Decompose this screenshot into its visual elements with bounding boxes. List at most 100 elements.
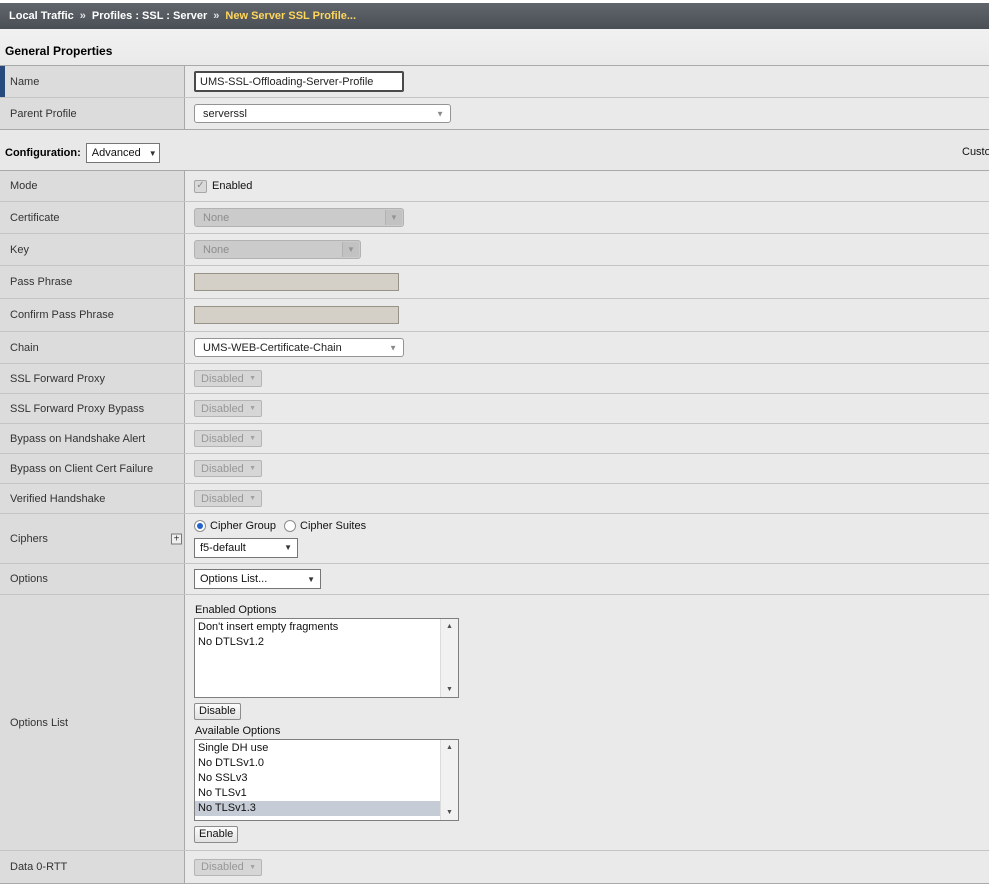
cipher-group-selected-value: f5-default [200, 542, 246, 554]
options-row: Options Options List... ▼ [0, 564, 989, 595]
options-value-cell: Options List... ▼ [185, 564, 989, 594]
bypass-on-client-cert-failure-value-cell: Disabled ▼ [185, 454, 989, 483]
ciphers-row: Ciphers + Cipher Group Cipher Suites f5-… [0, 514, 989, 564]
bypass-on-handshake-alert-label-cell: Bypass on Handshake Alert [0, 424, 185, 453]
mode-checkbox: ✓ [194, 180, 207, 193]
ssl-forward-proxy-bypass-row: SSL Forward Proxy Bypass Disabled ▼ [0, 394, 989, 424]
bypass-on-handshake-alert-value-cell: Disabled ▼ [185, 424, 989, 453]
key-label: Key [10, 244, 29, 256]
scroll-up-icon[interactable]: ▲ [441, 619, 458, 634]
confirm-pass-phrase-row: Confirm Pass Phrase [0, 299, 989, 332]
parent-profile-selected-value: serverssl [203, 108, 247, 120]
data-0rtt-select: Disabled ▼ [194, 859, 262, 876]
chevron-down-icon: ▼ [249, 405, 256, 412]
chevron-down-icon: ▼ [249, 435, 256, 442]
key-label-cell: Key [0, 234, 185, 265]
chevron-down-icon: ▼ [307, 575, 315, 584]
cipher-group-radio-label: Cipher Group [210, 520, 276, 532]
list-item[interactable]: No DTLSv1.2 [195, 635, 440, 650]
ssl-forward-proxy-bypass-value-cell: Disabled ▼ [185, 394, 989, 423]
chevron-down-icon: ▼ [389, 343, 397, 352]
verified-handshake-selected-value: Disabled [201, 493, 244, 505]
cipher-suites-radio-label: Cipher Suites [300, 520, 366, 532]
options-list-row: Options List Enabled Options Don't inser… [0, 595, 989, 851]
scroll-up-icon[interactable]: ▲ [441, 740, 458, 755]
enabled-options-list: Don't insert empty fragmentsNo DTLSv1.2 [195, 619, 440, 697]
configuration-level-value: Advanced [92, 147, 141, 159]
enabled-options-listbox[interactable]: Don't insert empty fragmentsNo DTLSv1.2 … [194, 618, 459, 698]
cipher-group-radio[interactable]: Cipher Group [194, 520, 276, 532]
mode-checkbox-label: Enabled [212, 180, 252, 192]
ciphers-label-cell: Ciphers + [0, 514, 185, 563]
bypass-on-handshake-alert-label: Bypass on Handshake Alert [10, 433, 145, 445]
ssl-forward-proxy-bypass-label: SSL Forward Proxy Bypass [10, 403, 144, 415]
cipher-suites-radio[interactable]: Cipher Suites [284, 520, 366, 532]
certificate-value-cell: None ▼ [185, 202, 989, 233]
ciphers-radio-group: Cipher Group Cipher Suites [194, 520, 374, 532]
certificate-label-cell: Certificate [0, 202, 185, 233]
configuration-level-select[interactable]: Advanced ▼ [86, 143, 160, 163]
mode-label: Mode [10, 180, 38, 192]
available-options-listbox[interactable]: Single DH useNo DTLSv1.0No SSLv3No TLSv1… [194, 739, 459, 821]
key-value-cell: None ▼ [185, 234, 989, 265]
enabled-options-heading: Enabled Options [195, 604, 981, 616]
chevron-down-icon: ▼ [385, 210, 402, 225]
options-label: Options [10, 573, 48, 585]
ciphers-expand-button[interactable]: + [171, 533, 182, 544]
confirm-pass-phrase-input [194, 306, 399, 324]
configuration-table: Mode ✓ Enabled Certificate None ▼ Key [0, 170, 989, 884]
list-item[interactable]: Single DH use [195, 741, 440, 756]
verified-handshake-select: Disabled ▼ [194, 490, 262, 507]
certificate-row: Certificate None ▼ [0, 202, 989, 234]
bypass-on-handshake-alert-select: Disabled ▼ [194, 430, 262, 447]
list-item[interactable]: No TLSv1.3 [195, 801, 440, 816]
breadcrumb-separator-icon: » [213, 10, 219, 22]
chain-selected-value: UMS-WEB-Certificate-Chain [203, 342, 342, 354]
breadcrumb-separator-icon: » [80, 10, 86, 22]
certificate-label: Certificate [10, 212, 60, 224]
ssl-forward-proxy-row: SSL Forward Proxy Disabled ▼ [0, 364, 989, 394]
scrollbar[interactable]: ▲ ▼ [440, 619, 458, 697]
enable-button[interactable]: Enable [194, 826, 238, 843]
chevron-down-icon: ▼ [149, 149, 157, 158]
options-list-label: Options List [10, 717, 68, 729]
breadcrumb-local-traffic[interactable]: Local Traffic [9, 10, 74, 22]
breadcrumb-profiles-ssl-server[interactable]: Profiles : SSL : Server [92, 10, 207, 22]
scrollbar[interactable]: ▲ ▼ [440, 740, 458, 820]
chevron-down-icon: ▼ [284, 543, 292, 552]
disable-button[interactable]: Disable [194, 703, 241, 720]
confirm-pass-phrase-label-cell: Confirm Pass Phrase [0, 299, 185, 331]
ssl-forward-proxy-label: SSL Forward Proxy [10, 373, 105, 385]
parent-profile-row: Parent Profile serverssl ▼ [0, 98, 989, 129]
certificate-select: None ▼ [194, 208, 404, 227]
chevron-down-icon: ▼ [249, 465, 256, 472]
chain-value-cell: UMS-WEB-Certificate-Chain ▼ [185, 332, 989, 363]
list-item[interactable]: No SSLv3 [195, 771, 440, 786]
chevron-down-icon: ▼ [249, 375, 256, 382]
verified-handshake-value-cell: Disabled ▼ [185, 484, 989, 513]
name-value-cell [185, 66, 989, 97]
pass-phrase-label-cell: Pass Phrase [0, 266, 185, 298]
data-0rtt-selected-value: Disabled [201, 861, 244, 873]
options-list-label-cell: Options List [0, 595, 185, 850]
chain-select[interactable]: UMS-WEB-Certificate-Chain ▼ [194, 338, 404, 357]
cipher-group-select[interactable]: f5-default ▼ [194, 538, 298, 558]
key-selected-value: None [203, 244, 229, 256]
list-item[interactable]: No DTLSv1.0 [195, 756, 440, 771]
verified-handshake-row: Verified Handshake Disabled ▼ [0, 484, 989, 514]
options-select[interactable]: Options List... ▼ [194, 569, 321, 589]
radio-unselected-icon [284, 520, 296, 532]
confirm-pass-phrase-label: Confirm Pass Phrase [10, 309, 114, 321]
page-body: General Properties Name Parent Profile s… [0, 29, 989, 884]
list-item[interactable]: No TLSv1 [195, 786, 440, 801]
list-item[interactable]: Don't insert empty fragments [195, 620, 440, 635]
options-label-cell: Options [0, 564, 185, 594]
scroll-down-icon[interactable]: ▼ [441, 805, 458, 820]
scroll-down-icon[interactable]: ▼ [441, 682, 458, 697]
name-input[interactable] [194, 71, 404, 92]
parent-profile-select[interactable]: serverssl ▼ [194, 104, 451, 123]
radio-selected-icon [194, 520, 206, 532]
ssl-forward-proxy-bypass-selected-value: Disabled [201, 403, 244, 415]
bypass-on-client-cert-failure-label-cell: Bypass on Client Cert Failure [0, 454, 185, 483]
name-label-cell: Name [0, 66, 185, 97]
